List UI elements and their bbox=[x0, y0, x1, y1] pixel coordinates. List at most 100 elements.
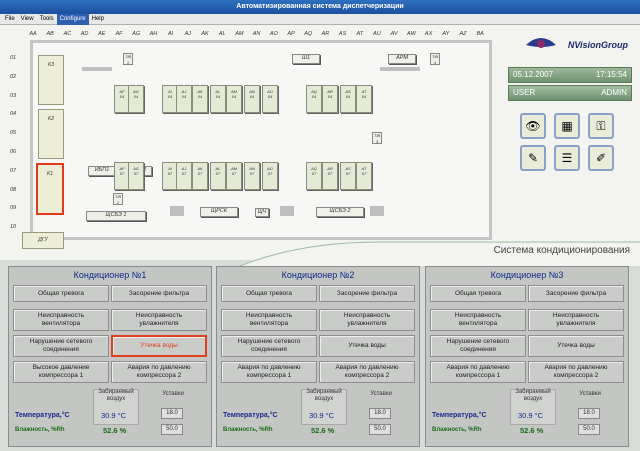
diesel-generator[interactable]: ДГУ bbox=[22, 232, 64, 249]
zone-k1[interactable]: K1 bbox=[36, 163, 64, 215]
alarm-indicator[interactable]: Засорение фильтра bbox=[111, 285, 207, 302]
arm-station[interactable]: АРМ bbox=[388, 54, 416, 64]
humidity-setpoint[interactable]: 50.0 bbox=[369, 424, 391, 435]
alarm-indicator[interactable]: Неисправность вентилятора bbox=[221, 309, 317, 331]
alarm-indicator[interactable]: Засорение фильтра bbox=[319, 285, 415, 302]
air-conditioner-unit[interactable]: AR 07 bbox=[322, 162, 338, 190]
tv-camera-1[interactable]: Т/В 1 bbox=[123, 53, 133, 65]
air-conditioner-unit[interactable]: AS 04 bbox=[340, 85, 356, 113]
air-conditioner-unit[interactable]: AJ 04 bbox=[176, 85, 192, 113]
alarm-indicator[interactable]: Общая тревога bbox=[430, 285, 526, 302]
air-conditioner-unit[interactable]: AL 04 bbox=[210, 85, 226, 113]
air-conditioner-unit[interactable]: AQ 04 bbox=[306, 85, 322, 113]
tv-camera-4[interactable]: Т/В 4 bbox=[430, 53, 440, 65]
panel-shsbe2[interactable]: ЩСБЭ 2 bbox=[316, 207, 364, 217]
alarm-indicator[interactable]: Засорение фильтра bbox=[528, 285, 624, 302]
menu-view[interactable]: View bbox=[18, 14, 37, 25]
zone-k2[interactable]: K2 bbox=[38, 109, 64, 159]
temperature-label: Температура,°C bbox=[223, 412, 278, 419]
alarm-indicator[interactable]: Общая тревога bbox=[13, 285, 109, 302]
wall bbox=[82, 67, 112, 71]
column-label: AE bbox=[98, 31, 106, 37]
ups-1[interactable]: ИБП1 bbox=[88, 166, 116, 176]
alarm-indicator[interactable]: Авария по давлению компрессора 2 bbox=[319, 361, 415, 383]
air-conditioner-unit[interactable]: AT 07 bbox=[356, 162, 372, 190]
air-conditioner-unit[interactable]: AG 07 bbox=[128, 162, 144, 190]
air-conditioner-unit[interactable]: AL 07 bbox=[210, 162, 226, 190]
user-bar: USER ADMIN bbox=[508, 85, 632, 101]
alarm-indicator[interactable]: Неисправность увлажнителя bbox=[319, 309, 415, 331]
alarm-indicator[interactable]: Неисправность увлажнителя bbox=[111, 309, 207, 331]
air-conditioner-unit[interactable]: AS 07 bbox=[340, 162, 356, 190]
alarm-indicator[interactable]: Неисправность вентилятора bbox=[13, 309, 109, 331]
date-display: 05.12.2007 bbox=[513, 70, 554, 79]
humidity-setpoint[interactable]: 50.0 bbox=[161, 424, 183, 435]
alarm-indicator[interactable]: Общая тревога bbox=[221, 285, 317, 302]
tv-camera-2[interactable]: Т/В 2 bbox=[113, 193, 123, 205]
column-label: AJ bbox=[184, 31, 191, 37]
column-label: AK bbox=[201, 31, 209, 37]
zone-k3[interactable]: K3 bbox=[38, 55, 64, 105]
panel-sh1[interactable]: Ш1 bbox=[292, 54, 320, 64]
air-conditioner-unit[interactable]: AM 07 bbox=[226, 162, 242, 190]
air-conditioner-unit[interactable]: AJ 07 bbox=[176, 162, 192, 190]
conditioner-panel: Кондиционер №3 Общая тревога Засорение фил… bbox=[425, 266, 629, 447]
alarm-indicator[interactable]: Авария по давлению компрессора 2 bbox=[111, 361, 207, 383]
menu-help[interactable]: Help bbox=[89, 14, 107, 25]
panel-shrsk[interactable]: ЩРСК bbox=[200, 207, 238, 217]
temperature-setpoint[interactable]: 18.0 bbox=[161, 408, 183, 419]
air-conditioner-unit[interactable]: AN 04 bbox=[244, 85, 260, 113]
wall bbox=[380, 67, 420, 71]
alarm-indicator[interactable]: Авария по давлению компрессора 1 bbox=[430, 361, 526, 383]
humidity-value: 52.6 % bbox=[520, 426, 544, 435]
panel-shch[interactable]: ЩЧ bbox=[255, 208, 269, 217]
humidity-value: 52.6 % bbox=[311, 426, 335, 435]
list-icon[interactable]: ☰ bbox=[554, 145, 580, 171]
alarm-indicator[interactable]: Неисправность увлажнителя bbox=[528, 309, 624, 331]
air-conditioner-unit[interactable]: AK 07 bbox=[192, 162, 208, 190]
eye-icon[interactable]: 👁 bbox=[520, 113, 546, 139]
panel-icon[interactable]: ▦ bbox=[554, 113, 580, 139]
tv-camera-3[interactable]: Т/В 3 bbox=[372, 132, 382, 144]
humidity-label: Влажность, %Rh bbox=[223, 427, 273, 433]
key-icon[interactable]: ⚿ bbox=[588, 113, 614, 139]
humidity-setpoint[interactable]: 50.0 bbox=[578, 424, 600, 435]
row-label: 02 bbox=[10, 73, 17, 80]
alarm-indicator[interactable]: Нарушение сетевого соединения bbox=[221, 335, 317, 357]
column-label: AS bbox=[338, 31, 347, 37]
air-conditioner-unit[interactable]: AO 04 bbox=[262, 85, 278, 113]
menu-configure[interactable]: Configure bbox=[56, 14, 89, 25]
temperature-label: Температура,°C bbox=[432, 412, 487, 419]
column-label: AP bbox=[287, 31, 295, 37]
air-conditioner-unit[interactable]: AG 04 bbox=[128, 85, 144, 113]
alarm-indicator[interactable]: Нарушение сетевого соединения bbox=[430, 335, 526, 357]
air-conditioner-unit[interactable]: AM 04 bbox=[226, 85, 242, 113]
alarm-indicator[interactable]: Утечка воды bbox=[319, 335, 415, 357]
column-label: AC bbox=[63, 31, 72, 37]
alarm-indicator[interactable]: Утечка воды bbox=[528, 335, 624, 357]
air-conditioner-unit[interactable]: AK 04 bbox=[192, 85, 208, 113]
eye-logo-icon bbox=[526, 38, 556, 48]
alarm-indicator[interactable]: Нарушение сетевого соединения bbox=[13, 335, 109, 357]
column-label: AQ bbox=[304, 31, 313, 37]
column-label: BA bbox=[476, 31, 484, 37]
temperature-setpoint[interactable]: 18.0 bbox=[369, 408, 391, 419]
temperature-setpoint[interactable]: 18.0 bbox=[578, 408, 600, 419]
air-conditioner-unit[interactable]: AT 04 bbox=[356, 85, 372, 113]
window-title: Автоматизированная система диспетчеризац… bbox=[0, 0, 640, 14]
air-conditioner-unit[interactable]: AQ 07 bbox=[306, 162, 322, 190]
alarm-indicator[interactable]: Авария по давлению компрессора 2 bbox=[528, 361, 624, 383]
panel-shsbe1[interactable]: ЩСБЭ 1 bbox=[86, 211, 146, 221]
air-conditioner-unit[interactable]: AO 07 bbox=[262, 162, 278, 190]
air-conditioner-unit[interactable]: AR 04 bbox=[322, 85, 338, 113]
air-conditioner-unit[interactable]: AN 07 bbox=[244, 162, 260, 190]
wrench-icon[interactable]: ✎ bbox=[520, 145, 546, 171]
pencil-icon[interactable]: ✐ bbox=[588, 145, 614, 171]
alarm-indicator[interactable]: Утечка воды bbox=[111, 335, 207, 357]
user-value: ADMIN bbox=[601, 88, 627, 97]
menu-tools[interactable]: Tools bbox=[37, 14, 57, 25]
alarm-indicator[interactable]: Неисправность вентилятора bbox=[430, 309, 526, 331]
alarm-indicator[interactable]: Авария по давлению компрессора 1 bbox=[221, 361, 317, 383]
menu-file[interactable]: File bbox=[2, 14, 18, 25]
alarm-indicator[interactable]: Высокое давление компрессора 1 bbox=[13, 361, 109, 383]
